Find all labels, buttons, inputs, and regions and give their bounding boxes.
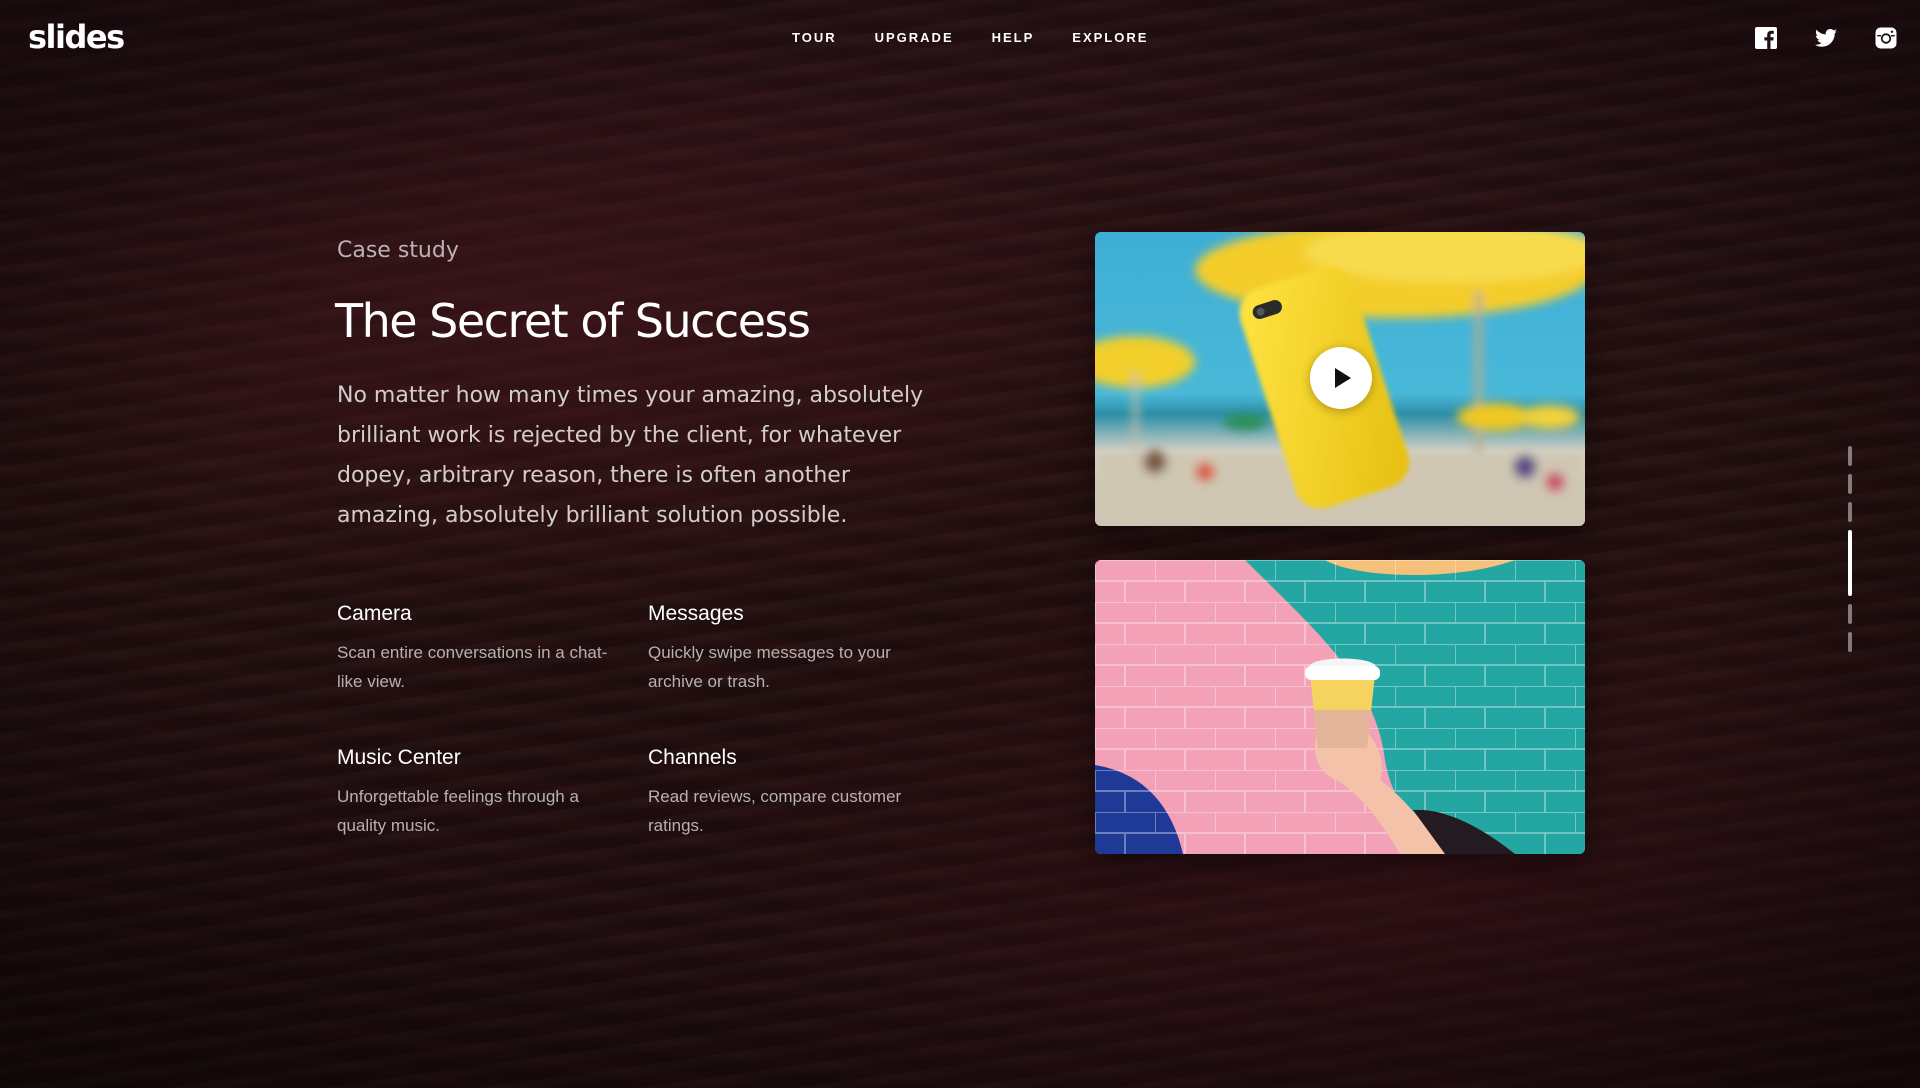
page-title: The Secret of Success <box>335 294 811 348</box>
lead-paragraph: No matter how many times your amazing, a… <box>337 383 924 528</box>
pagination-dot[interactable] <box>1848 502 1852 522</box>
twitter-icon[interactable] <box>1814 26 1838 50</box>
pagination-dot[interactable] <box>1848 604 1852 624</box>
coffee-cup-image <box>1095 560 1585 854</box>
main-nav: TOUR UPGRADE HELP EXPLORE <box>792 30 1148 45</box>
pagination-dot[interactable] <box>1848 474 1852 494</box>
pagination-dot-active[interactable] <box>1848 530 1852 596</box>
feature-title: Camera <box>337 602 412 625</box>
feature-camera: Camera Scan entire conversations in a ch… <box>337 602 648 696</box>
features-grid: Camera Scan entire conversations in a ch… <box>337 602 937 840</box>
feature-description: Quickly swipe messages to your archive o… <box>648 643 891 691</box>
feature-music-center: Music Center Unforgettable feelings thro… <box>337 746 648 840</box>
nav-explore[interactable]: EXPLORE <box>1072 30 1148 45</box>
pagination-dot[interactable] <box>1848 446 1852 466</box>
pagination-dot[interactable] <box>1848 632 1852 652</box>
feature-title: Music Center <box>337 746 461 769</box>
instagram-icon[interactable] <box>1874 26 1898 50</box>
feature-description: Unforgettable feelings through a quality… <box>337 787 579 835</box>
coffee-cup-wall-photo[interactable] <box>1095 560 1585 854</box>
nav-upgrade[interactable]: UPGRADE <box>875 30 954 45</box>
beach-phone-video[interactable] <box>1095 232 1585 526</box>
feature-title: Channels <box>648 746 737 769</box>
play-button[interactable] <box>1310 347 1372 409</box>
feature-description: Scan entire conversations in a chat-like… <box>337 643 608 691</box>
background-vignette <box>0 0 1920 1088</box>
feature-channels: Channels Read reviews, compare customer … <box>648 746 937 840</box>
feature-description: Read reviews, compare customer ratings. <box>648 787 902 835</box>
slides-logo[interactable]: slides <box>28 18 125 56</box>
play-icon <box>1335 368 1351 388</box>
nav-tour[interactable]: TOUR <box>792 30 837 45</box>
case-study-eyebrow: Case study <box>337 238 459 263</box>
facebook-icon[interactable] <box>1754 26 1778 50</box>
feature-title: Messages <box>648 602 744 625</box>
feature-messages: Messages Quickly swipe messages to your … <box>648 602 937 696</box>
slide-pagination <box>1848 446 1852 652</box>
nav-help[interactable]: HELP <box>992 30 1035 45</box>
social-links <box>1754 26 1898 50</box>
